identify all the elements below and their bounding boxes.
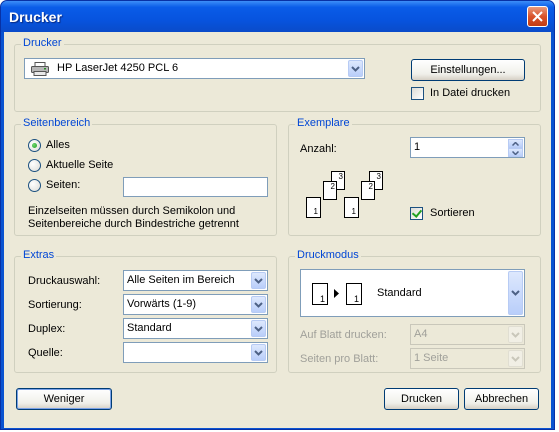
less-button[interactable]: Weniger [16, 388, 112, 410]
radio-all-pages-label: Alles [46, 139, 70, 151]
print-mode-page-left: 1 [312, 283, 328, 305]
extras-group: Extras Druckauswahl: Alle Seiten im Bere… [14, 249, 277, 373]
source-select[interactable] [123, 342, 268, 363]
close-button[interactable] [527, 6, 548, 27]
pages-per-sheet-dropdown-arrow[interactable] [508, 350, 523, 367]
sort-order-value: Vorwärts (1-9) [127, 298, 197, 310]
extras-legend: Extras [21, 249, 57, 261]
chevron-down-icon [512, 150, 519, 155]
print-mode-page-right: 1 [346, 283, 362, 305]
chevron-down-icon [351, 65, 360, 72]
collate-checkbox[interactable] [410, 207, 423, 220]
print-mode-legend: Druckmodus [295, 249, 361, 261]
chevron-down-icon [511, 290, 520, 296]
print-to-file-checkbox[interactable] [411, 87, 424, 100]
printer-dropdown-arrow[interactable] [348, 60, 363, 77]
copies-spin-down[interactable] [508, 148, 523, 157]
source-dropdown-arrow[interactable] [251, 344, 266, 361]
dialog-body: Drucker HP LaserJet 4250 PCL 6 Einstellu… [4, 32, 551, 428]
printer-icon [31, 62, 49, 76]
printer-group-legend: Drucker [21, 37, 64, 49]
sheet-size-label: Auf Blatt drucken: [300, 329, 387, 341]
pages-input[interactable] [123, 177, 268, 197]
copies-legend: Exemplare [295, 117, 352, 129]
print-selection-label: Druckauswahl: [28, 275, 101, 287]
printer-name: HP LaserJet 4250 PCL 6 [57, 62, 179, 74]
print-mode-select[interactable]: 1 1 Standard [300, 269, 525, 317]
collate-page: 1 [344, 197, 359, 218]
copies-count-label: Anzahl: [300, 143, 337, 155]
close-icon [532, 11, 543, 22]
copies-spin-up[interactable] [508, 139, 523, 148]
pages-per-sheet-select[interactable]: 1 Seite [410, 348, 525, 369]
chevron-down-icon [254, 349, 263, 356]
copies-count-input[interactable]: 1 [410, 137, 525, 158]
chevron-down-icon [511, 355, 520, 362]
duplex-label: Duplex: [28, 323, 66, 335]
print-selection-select[interactable]: Alle Seiten im Bereich [123, 270, 268, 291]
sort-order-select[interactable]: Vorwärts (1-9) [123, 294, 268, 315]
duplex-dropdown-arrow[interactable] [251, 320, 266, 337]
radio-all-pages[interactable] [28, 139, 41, 152]
printer-select[interactable]: HP LaserJet 4250 PCL 6 [24, 58, 365, 79]
arrow-right-icon [334, 289, 339, 298]
page-range-legend: Seitenbereich [21, 117, 93, 129]
sheet-size-dropdown-arrow[interactable] [508, 326, 523, 343]
chevron-down-icon [511, 331, 520, 338]
print-mode-value: Standard [377, 287, 422, 299]
print-selection-value: Alle Seiten im Bereich [127, 274, 235, 286]
copies-group: Exemplare Anzahl: 1 3 2 1 3 2 1 Sortiere… [288, 117, 541, 236]
pages-per-sheet-label: Seiten pro Blatt: [300, 353, 379, 365]
pages-per-sheet-value: 1 Seite [414, 352, 449, 364]
page-range-hint-line1: Einzelseiten müssen durch Semikolon und [28, 205, 236, 217]
collate-page: 2 [361, 181, 375, 200]
print-selection-dropdown-arrow[interactable] [251, 272, 266, 289]
window-title: Drucker [9, 9, 62, 25]
collate-page: 2 [323, 181, 337, 200]
sheet-size-select[interactable]: A4 [410, 324, 525, 345]
duplex-value: Standard [127, 322, 172, 334]
chevron-up-icon [512, 141, 519, 146]
title-bar[interactable]: Drucker [1, 1, 554, 32]
radio-pages-label: Seiten: [46, 179, 81, 191]
radio-current-page-label: Aktuelle Seite [46, 159, 114, 171]
chevron-down-icon [254, 301, 263, 308]
collate-preview-icon: 3 2 1 3 2 1 [305, 171, 390, 226]
printer-group: Drucker HP LaserJet 4250 PCL 6 Einstellu… [14, 37, 541, 112]
chevron-down-icon [254, 325, 263, 332]
collate-page: 1 [306, 197, 321, 218]
collate-label: Sortieren [430, 207, 475, 219]
page-range-hint-line2: Seitenbereiche durch Bindestriche getren… [28, 218, 239, 230]
print-to-file-label: In Datei drucken [430, 87, 511, 99]
duplex-select[interactable]: Standard [123, 318, 268, 339]
print-button[interactable]: Drucken [384, 388, 459, 410]
print-mode-dropdown-arrow[interactable] [508, 271, 523, 315]
radio-current-page[interactable] [28, 159, 41, 172]
print-dialog-window: Drucker Drucker HP LaserJet 4250 PCL 6 E… [0, 0, 555, 430]
settings-button[interactable]: Einstellungen... [411, 59, 525, 81]
cancel-button[interactable]: Abbrechen [464, 388, 539, 410]
page-range-group: Seitenbereich Alles Aktuelle Seite Seite… [14, 117, 277, 236]
sheet-size-value: A4 [414, 328, 428, 340]
chevron-down-icon [254, 277, 263, 284]
source-label: Quelle: [28, 347, 63, 359]
sort-order-dropdown-arrow[interactable] [251, 296, 266, 313]
copies-count-value: 1 [414, 141, 421, 153]
radio-pages[interactable] [28, 179, 41, 192]
print-mode-group: Druckmodus 1 1 Standard Auf Blatt drucke… [288, 249, 541, 373]
sort-order-label: Sortierung: [28, 299, 82, 311]
